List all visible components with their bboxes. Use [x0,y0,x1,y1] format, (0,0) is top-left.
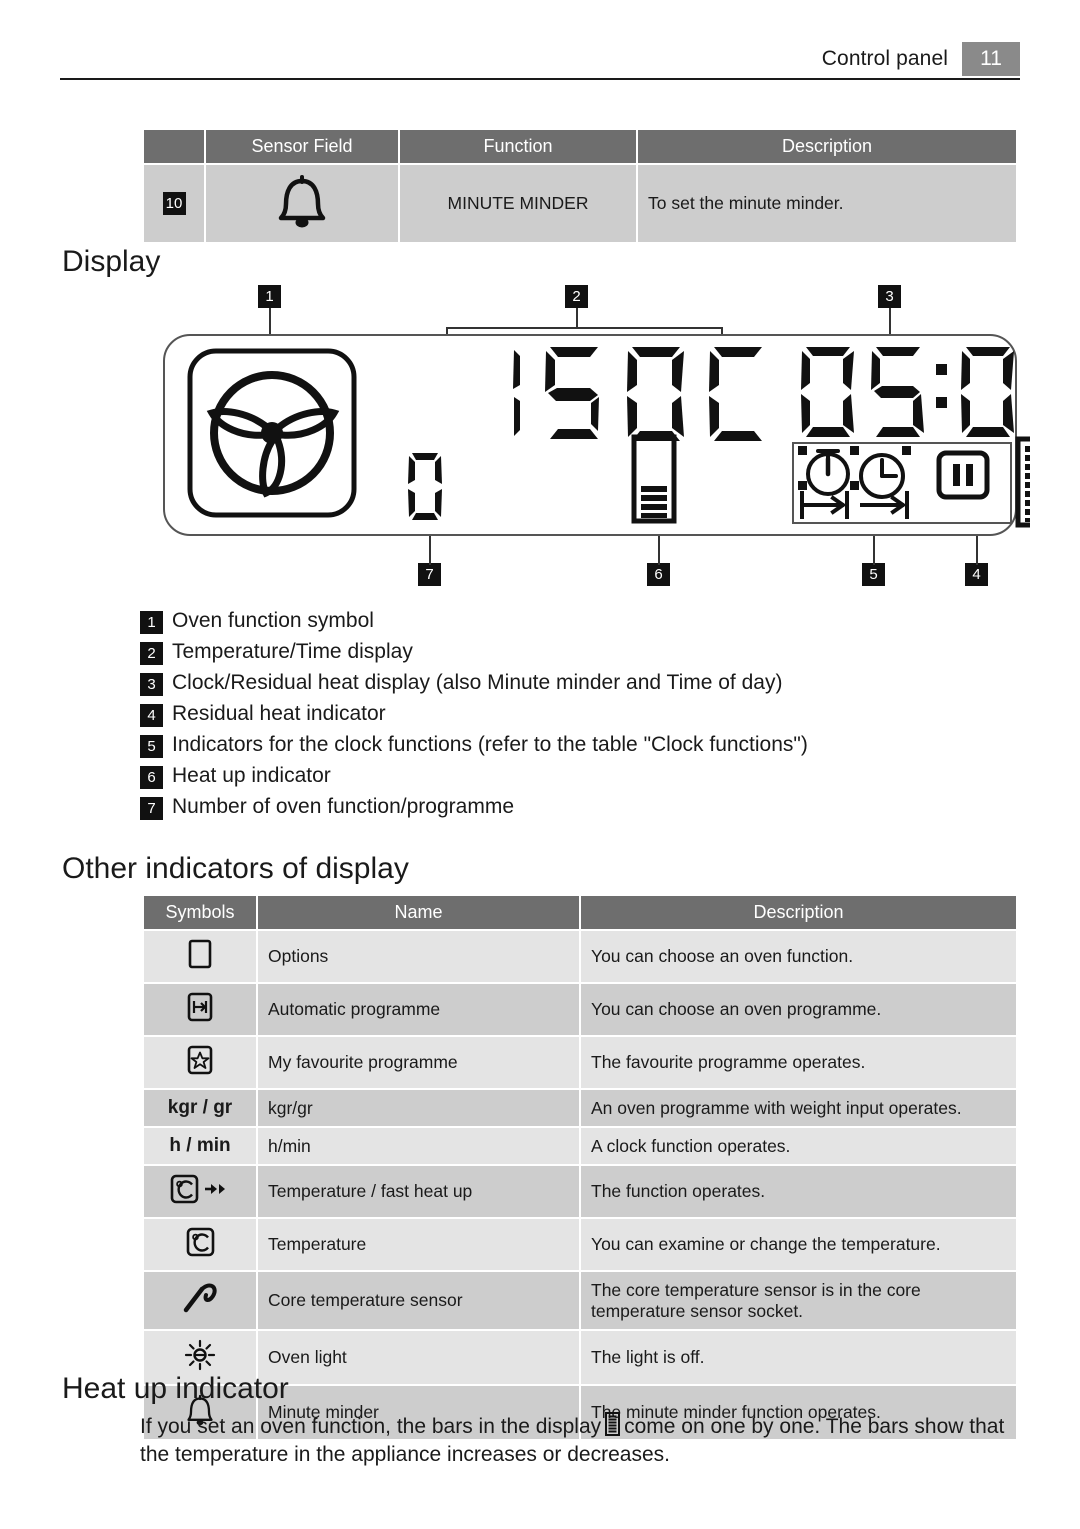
list-item: 2 Temperature/Time display [140,639,1020,666]
list-item: 4 Residual heat indicator [140,701,1020,728]
symbol-cell [144,931,256,982]
symbol-cell-kgr-gr: kgr / gr [144,1090,256,1126]
callout-chip-2: 2 [565,285,588,308]
legend-chip-3: 3 [140,673,163,697]
symbol-cell-h-min: h / min [144,1128,256,1164]
table-row: 10 MINUTE MINDER To set the minute minde… [144,165,1016,242]
row-index-cell: 10 [144,165,204,242]
list-item: 3 Clock/Residual heat display (also Minu… [140,670,1020,697]
legend-label-2: Temperature/Time display [172,640,413,664]
star-boxed-icon [187,1045,213,1075]
table-header-row: Symbols Name Description [144,896,1016,929]
column-header-sensor-field: Sensor Field [206,130,398,163]
page-title: Control panel [821,47,948,70]
display-diagram: 1 2 3 4 5 6 7 [150,285,1030,595]
arrow-to-bar-boxed-icon [187,992,213,1022]
legend-label-6: Heat up indicator [172,764,331,788]
symbol-name-cell: kgr/gr [258,1090,579,1126]
display-section-heading: Display [62,245,161,278]
symbol-name-cell: My favourite programme [258,1037,579,1088]
heatup-text-before: If you set an oven function, the bars in… [140,1415,602,1438]
column-header-name: Name [258,896,579,929]
table-header-row: Sensor Field Function Description [144,130,1016,163]
legend-chip-7: 7 [140,797,163,821]
core-sensor-probe-icon [183,1283,217,1313]
legend-label-3: Clock/Residual heat display (also Minute… [172,671,783,695]
callout-chip-3: 3 [878,285,901,308]
symbol-description-cell: The favourite programme operates. [581,1037,1016,1088]
bell-icon [278,175,326,228]
symbol-name-cell: Oven light [258,1331,579,1384]
row-index-chip: 10 [162,192,186,215]
column-header-description: Description [638,130,1016,163]
function-cell: MINUTE MINDER [400,165,636,242]
heatup-indicator-heading: Heat up indicator [62,1372,289,1405]
celsius-fastheat-icon [170,1174,225,1204]
residual-heat-indicator [1015,436,1030,528]
symbol-cell [144,984,256,1035]
symbol-name-cell: Core temperature sensor [258,1272,579,1329]
symbol-description-cell: You can choose an oven function. [581,931,1016,982]
column-header-index [144,130,204,163]
list-item: 1 Oven function symbol [140,608,1020,634]
other-indicators-heading: Other indicators of display [62,852,409,885]
legend-chip-2: 2 [140,642,163,666]
sensor-symbol-cell [206,165,398,242]
sensor-field-table: Sensor Field Function Description 10 MIN… [142,128,1018,244]
symbol-description-cell: You can examine or change the temperatur… [581,1219,1016,1270]
legend-label-4: Residual heat indicator [172,702,386,726]
column-header-description: Description [581,896,1016,929]
oven-light-icon [184,1339,216,1371]
table-row: Temperature You can examine or change th… [144,1219,1016,1270]
leader-line-2 [576,308,578,328]
symbol-name-cell: Temperature [258,1219,579,1270]
table-row: kgr / gr kgr/gr An oven programme with w… [144,1090,1016,1126]
symbol-name-cell: h/min [258,1128,579,1164]
display-legend-list: 1 Oven function symbol 2 Temperature/Tim… [140,608,1020,825]
list-item: 5 Indicators for the clock functions (re… [140,732,1020,759]
legend-label-7: Number of oven function/programme [172,795,514,819]
legend-chip-4: 4 [140,704,163,728]
description-cell: To set the minute minder. [638,165,1016,242]
symbol-name-cell: Automatic programme [258,984,579,1035]
legend-label-1: Oven function symbol [172,609,374,632]
symbol-cell [144,1166,256,1217]
symbol-name-cell: Temperature / fast heat up [258,1166,579,1217]
table-row: My favourite programme The favourite pro… [144,1037,1016,1088]
list-item: 6 Heat up indicator [140,763,1020,790]
celsius-boxed-icon [186,1227,215,1257]
leader-bracket-2 [446,327,723,329]
heat-bars-icon [605,1412,621,1436]
table-row: h / min h/min A clock function operates. [144,1128,1016,1164]
symbol-description-cell: An oven programme with weight input oper… [581,1090,1016,1126]
table-row: Options You can choose an oven function. [144,931,1016,982]
page-number-badge: 11 [962,42,1020,76]
symbol-cell [144,1272,256,1329]
list-item: 7 Number of oven function/programme [140,794,1020,821]
symbol-cell [144,1219,256,1270]
table-row: Temperature / fast heat up The function … [144,1166,1016,1217]
symbol-description-cell: A clock function operates. [581,1128,1016,1164]
table-row: Core temperature sensor The core tempera… [144,1272,1016,1329]
symbol-description-cell: You can choose an oven programme. [581,984,1016,1035]
heatup-indicator-paragraph: If you set an oven function, the bars in… [140,1412,1030,1468]
symbol-description-cell: The function operates. [581,1166,1016,1217]
legend-chip-1: 1 [140,611,163,634]
legend-label-5: Indicators for the clock functions (refe… [172,733,808,757]
legend-chip-5: 5 [140,735,163,759]
page-header: Control panel 11 [60,40,1020,78]
table-row: Automatic programme You can choose an ov… [144,984,1016,1035]
rectangle-outline-icon [188,939,212,969]
column-header-symbols: Symbols [144,896,256,929]
header-divider [60,78,1020,80]
lcd-screen [163,334,1030,536]
symbol-description-cell: The light is off. [581,1331,1016,1384]
symbol-name-cell: Options [258,931,579,982]
symbol-cell [144,1037,256,1088]
callout-chip-1: 1 [258,285,281,308]
legend-chip-6: 6 [140,766,163,790]
column-header-function: Function [400,130,636,163]
other-indicators-table: Symbols Name Description Options You can… [142,894,1018,1441]
symbol-description-cell: The core temperature sensor is in the co… [581,1272,1016,1329]
